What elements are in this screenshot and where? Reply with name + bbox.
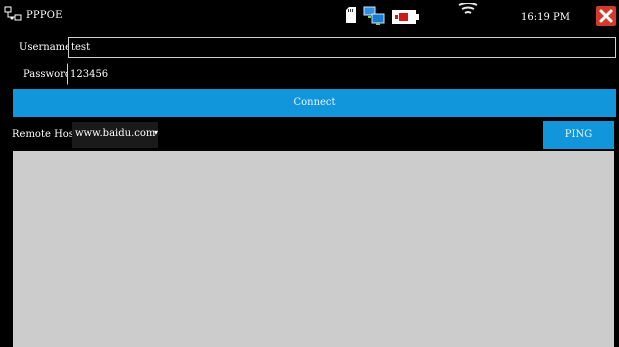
window-title: PPPOE — [26, 10, 63, 21]
chevron-down-icon: ▾ — [153, 128, 158, 137]
connect-button[interactable]: Connect — [13, 89, 616, 117]
clock: 16:19 PM — [521, 12, 570, 23]
sd-card-icon — [346, 7, 356, 23]
remote-host-value: www.baidu.com — [75, 128, 156, 139]
username-input[interactable] — [68, 37, 616, 58]
pppoe-window: PPPOE 16:19 PM Username: test Password: … — [0, 0, 619, 347]
username-label: Username: — [19, 42, 75, 53]
remote-host-label: Remote Host: — [12, 129, 82, 140]
ping-button[interactable]: PING — [543, 121, 614, 149]
password-input[interactable] — [67, 63, 616, 85]
remote-host-select[interactable]: www.baidu.com ▾ — [72, 122, 158, 148]
ping-output-area — [13, 151, 614, 347]
title-bar: PPPOE 16:19 PM — [0, 0, 619, 32]
battery-icon — [392, 9, 420, 24]
close-button[interactable] — [596, 6, 616, 26]
wifi-icon — [458, 0, 478, 14]
close-icon — [599, 9, 613, 23]
network-computers-icon — [363, 6, 385, 26]
network-settings-icon — [4, 6, 22, 22]
